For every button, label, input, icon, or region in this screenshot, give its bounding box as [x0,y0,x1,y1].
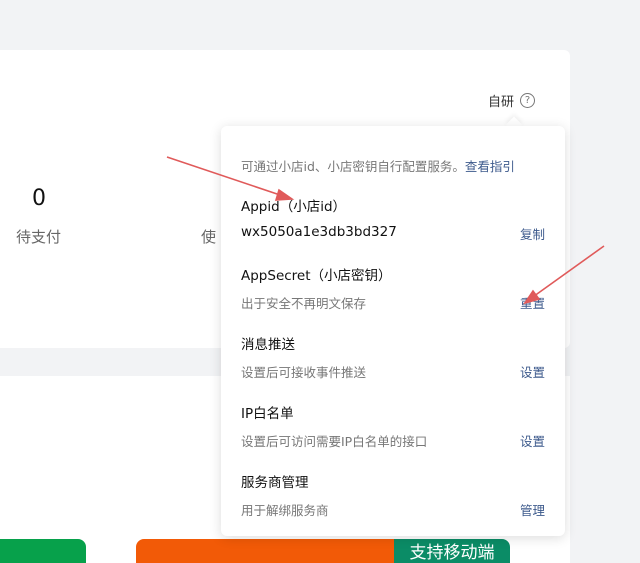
ip-whitelist-title: IP白名单 [241,406,294,422]
pending-pay-label: 待支付 [16,228,62,246]
guide-link[interactable]: 查看指引 [465,159,515,174]
partial-stat-label: 使 [201,228,217,246]
appid-title: Appid（小店id） [241,199,347,215]
ip-whitelist-settings-button[interactable]: 设置 [520,431,545,450]
green-action-button[interactable] [0,539,86,563]
popover-intro: 可通过小店id、小店密钥自行配置服务。查看指引 [241,156,515,175]
appsecret-title: AppSecret（小店密钥） [241,268,392,284]
help-icon[interactable]: ? [520,93,536,108]
manage-provider-button[interactable]: 管理 [520,500,545,519]
dev-mode-toggle[interactable]: 自研 ? [488,91,536,110]
ip-whitelist-subtitle: 设置后可访问需要IP白名单的接口 [241,434,428,449]
reset-secret-button[interactable]: 重置 [520,293,545,312]
mobile-support-badge[interactable]: 支持移动端 [394,539,510,563]
copy-appid-button[interactable]: 复制 [520,224,545,243]
service-provider-title: 服务商管理 [241,475,309,491]
appsecret-subtitle: 出于安全不再明文保存 [241,296,367,311]
dev-settings-popover: 可通过小店id、小店密钥自行配置服务。查看指引 Appid（小店id） wx50… [221,126,565,536]
pending-pay-count: 0 [32,186,46,211]
orange-action-button[interactable] [136,539,394,563]
message-push-subtitle: 设置后可接收事件推送 [241,365,367,380]
service-provider-subtitle: 用于解绑服务商 [241,503,329,518]
popover-intro-text: 可通过小店id、小店密钥自行配置服务。 [241,159,465,174]
dev-mode-label: 自研 [488,95,515,110]
message-push-settings-button[interactable]: 设置 [520,362,545,381]
message-push-title: 消息推送 [241,337,295,353]
appid-value: wx5050a1e3db3bd327 [241,224,397,240]
